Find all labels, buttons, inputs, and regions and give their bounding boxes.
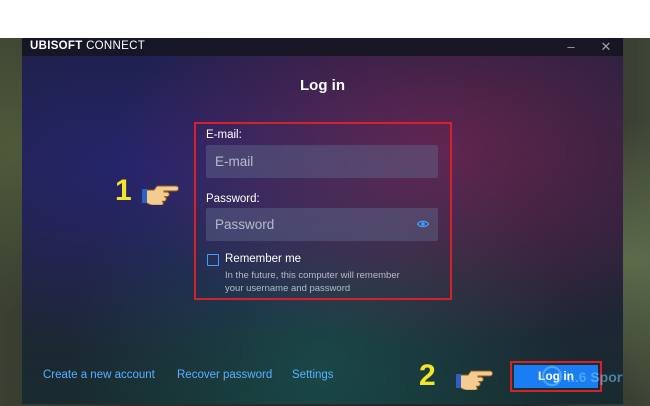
remember-me-hint: In the future, this computer will rememb… [225, 269, 445, 295]
app-brand: UBISOFT CONNECT [30, 40, 145, 52]
remember-hint-line1: In the future, this computer will rememb… [225, 270, 400, 281]
brand-bold: UBISOFT [30, 40, 83, 52]
watermark-globe-icon [542, 366, 562, 386]
pointing-hand-icon-2 [456, 370, 493, 390]
title-bar: UBISOFT CONNECT – ✕ [22, 38, 623, 56]
email-placeholder: E-mail [215, 154, 254, 169]
pointing-hand-icon-1 [142, 185, 179, 205]
minimize-button[interactable]: – [559, 38, 583, 56]
password-placeholder: Password [215, 217, 275, 232]
step-2-number: 2 [419, 359, 436, 392]
email-field[interactable]: E-mail [206, 145, 438, 178]
show-password-eye-icon[interactable] [417, 218, 429, 230]
password-field[interactable]: Password [206, 208, 438, 241]
remember-hint-line2: your username and password [225, 283, 351, 294]
password-label: Password: [206, 193, 260, 205]
recover-password-link[interactable]: Recover password [177, 369, 272, 381]
email-label: E-mail: [206, 129, 242, 141]
brand-rest: CONNECT [82, 40, 146, 52]
page-title: Log in [300, 77, 345, 94]
create-account-link[interactable]: Create a new account [43, 369, 155, 381]
step-1-number: 1 [115, 174, 132, 207]
settings-link[interactable]: Settings [292, 369, 334, 381]
close-button[interactable]: ✕ [594, 38, 618, 56]
watermark-text: ...6 Sports [567, 369, 623, 385]
remember-me-label[interactable]: Remember me [225, 253, 301, 265]
remember-me-checkbox[interactable] [207, 254, 219, 266]
ubisoft-connect-window: UBISOFT CONNECT – ✕ Log in E-mail: E-mai… [22, 38, 623, 404]
